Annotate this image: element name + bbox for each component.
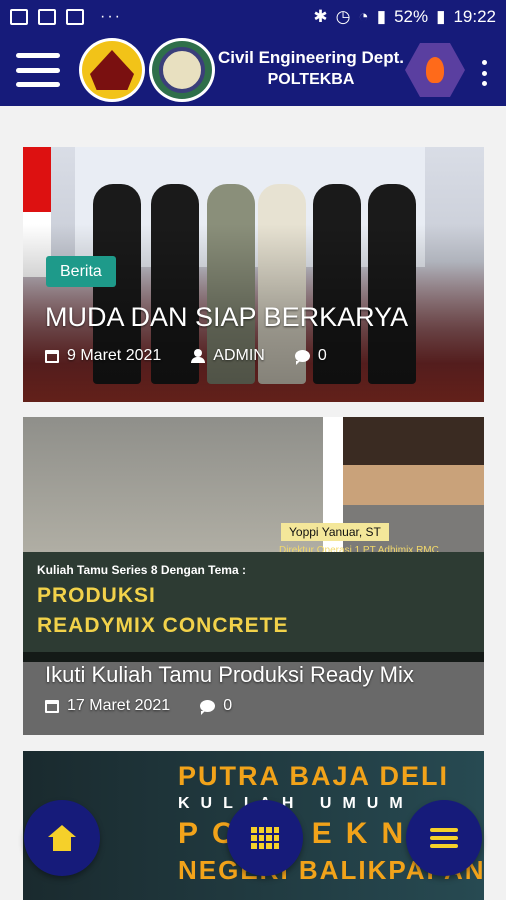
post-meta: 9 Maret 2021 ADMIN 0 bbox=[45, 347, 327, 365]
app-title-line2: POLTEKBA bbox=[267, 71, 355, 88]
app-bar: Civil Engineering Dept. POLTEKBA bbox=[0, 34, 506, 106]
flipboard-icon bbox=[38, 9, 56, 25]
linkedin-icon bbox=[66, 9, 84, 25]
bluetooth-icon: ✱ bbox=[313, 7, 328, 26]
post-author[interactable]: ADMIN bbox=[213, 347, 265, 365]
clock: 19:22 bbox=[453, 7, 496, 26]
menu-button[interactable] bbox=[406, 800, 482, 876]
post-card[interactable]: Berita MUDA DAN SIAP BERKARYA 9 Maret 20… bbox=[23, 147, 484, 402]
home-icon bbox=[48, 825, 76, 851]
concrete-photo bbox=[23, 417, 323, 552]
image-text-line1: PUTRA BAJA DELI bbox=[178, 761, 450, 791]
hexagon-logo bbox=[405, 43, 465, 97]
image-text-line2: KULIAH UMUM bbox=[178, 795, 414, 812]
comment-icon bbox=[200, 700, 216, 715]
more-dots-icon: ··· bbox=[100, 8, 122, 25]
theme-line2: READYMIX CONCRETE bbox=[37, 614, 289, 637]
series-text: Kuliah Tamu Series 8 Dengan Tema : bbox=[37, 563, 246, 577]
comment-count[interactable]: 0 bbox=[318, 347, 327, 365]
comment-count[interactable]: 0 bbox=[223, 697, 232, 715]
theme-line1: PRODUKSI bbox=[37, 584, 156, 607]
post-meta: 17 Maret 2021 0 bbox=[45, 697, 232, 715]
menu-icon bbox=[430, 828, 458, 848]
speaker-name: Yoppi Yanuar, ST bbox=[281, 523, 389, 541]
image-icon bbox=[10, 9, 28, 25]
home-button[interactable] bbox=[24, 800, 100, 876]
grid-icon bbox=[251, 827, 279, 849]
department-logo bbox=[149, 38, 215, 102]
signal-icon: ▮ bbox=[376, 7, 387, 26]
battery-level: 52% bbox=[394, 7, 429, 26]
user-icon bbox=[191, 349, 206, 363]
app-title: Civil Engineering Dept. POLTEKBA bbox=[216, 48, 406, 89]
calendar-icon bbox=[45, 699, 59, 713]
post-title[interactable]: Ikuti Kuliah Tamu Produksi Ready Mix bbox=[45, 662, 414, 688]
post-date: 9 Maret 2021 bbox=[67, 347, 162, 364]
post-date: 17 Maret 2021 bbox=[67, 697, 171, 714]
post-title[interactable]: MUDA DAN SIAP BERKARYA bbox=[45, 302, 408, 333]
wifi-icon: ◔ bbox=[358, 7, 369, 26]
category-badge[interactable]: Berita bbox=[46, 256, 116, 287]
more-options-icon[interactable] bbox=[476, 60, 492, 86]
app-title-line1: Civil Engineering Dept. bbox=[217, 48, 405, 67]
menu-icon[interactable] bbox=[16, 53, 60, 87]
comment-icon bbox=[294, 350, 310, 365]
grid-button[interactable] bbox=[227, 800, 303, 876]
calendar-icon bbox=[45, 349, 59, 363]
institution-logo-1 bbox=[79, 38, 145, 102]
battery-icon: ▮ bbox=[436, 7, 446, 26]
alarm-icon: ◷ bbox=[335, 7, 351, 26]
status-bar: ··· ✱ ◷ ◔ ▮ 52% ▮ 19:22 bbox=[0, 0, 506, 34]
post-card[interactable]: Yoppi Yanuar, ST Direktur Operasi 1 PT A… bbox=[23, 417, 484, 735]
